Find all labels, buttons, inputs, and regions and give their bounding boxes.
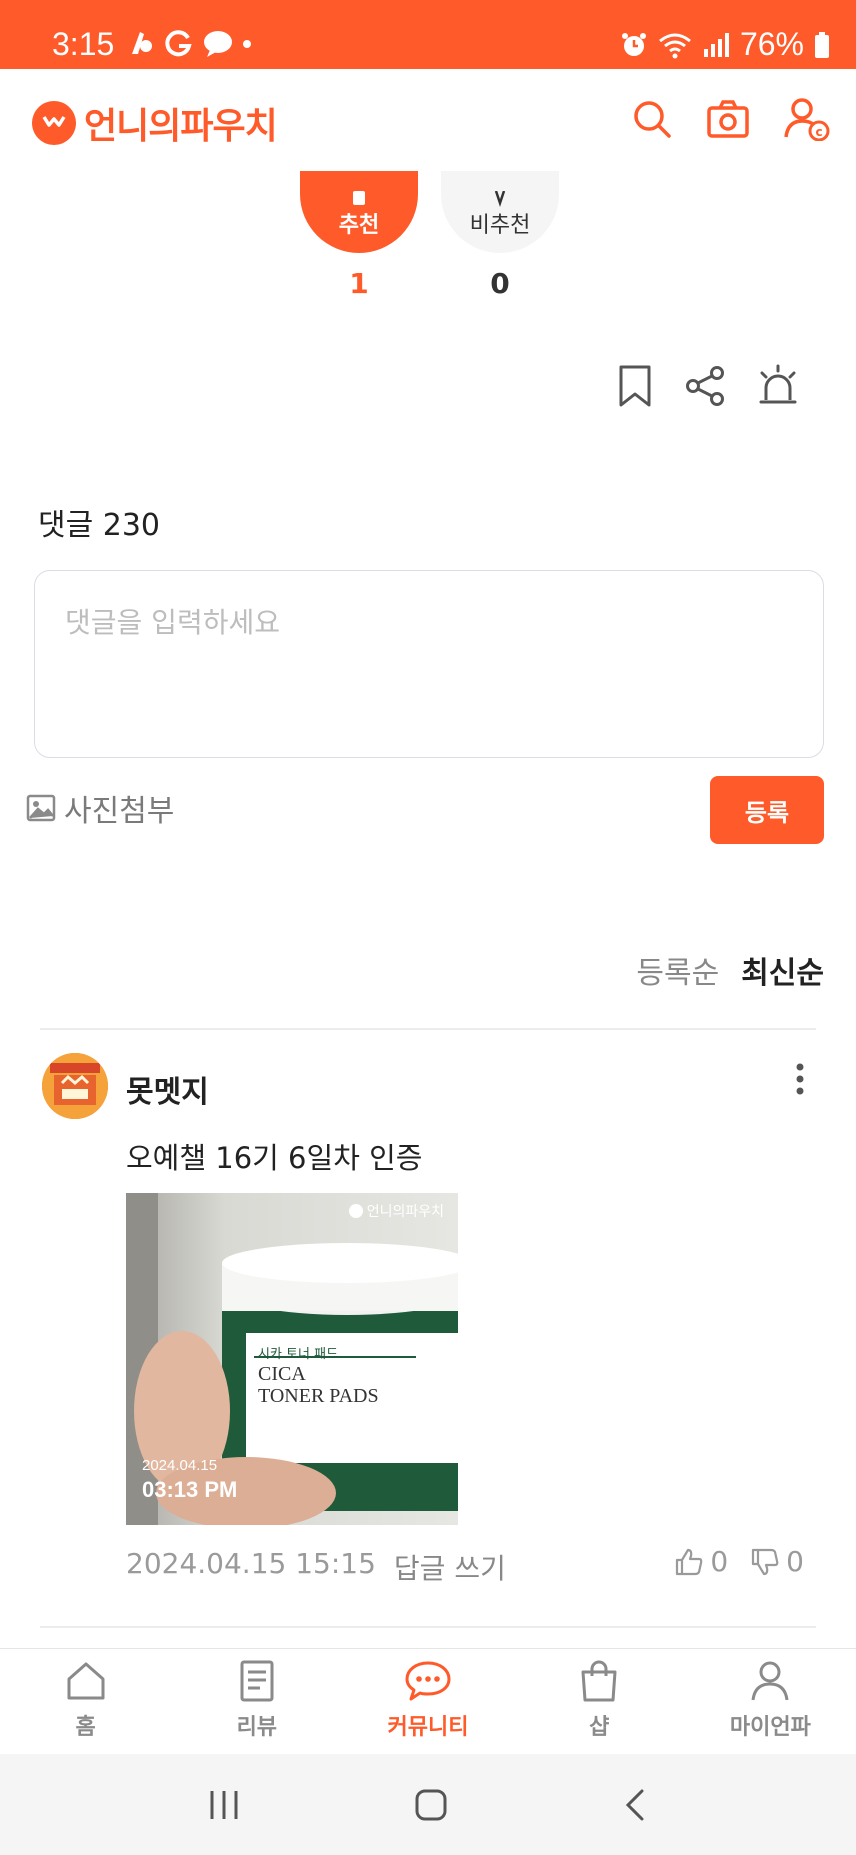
battery-percent: 76%	[739, 26, 804, 62]
photo-label-line2: TONER PADS	[258, 1385, 379, 1407]
status-time: 3:15	[52, 26, 115, 62]
tab-label: 홈	[75, 1715, 96, 1740]
system-nav-bar	[0, 1754, 856, 1855]
battery-icon	[815, 31, 829, 58]
dislike-count: 0	[786, 1545, 804, 1578]
dislike-button[interactable]: 0	[750, 1545, 804, 1578]
submit-comment-button[interactable]: 등록	[710, 776, 824, 844]
reply-button[interactable]: 답글 쓰기	[394, 1547, 506, 1587]
photo-label-line1: CICA	[258, 1363, 306, 1385]
search-icon[interactable]	[632, 99, 672, 139]
thumbs-down-icon	[494, 191, 506, 207]
logo-text: 언니의파우치	[84, 106, 278, 147]
document-icon	[240, 1660, 274, 1702]
tab-label: 샵	[589, 1715, 610, 1740]
tab-my-page[interactable]: 마이언파	[685, 1649, 856, 1754]
home-icon	[67, 1662, 105, 1700]
sort-by-registered[interactable]: 등록순	[636, 948, 719, 992]
photo-watermark: 언니의파우치	[348, 1201, 444, 1221]
status-bar: 3:15 76%	[0, 0, 856, 69]
divider	[40, 1626, 816, 1628]
comment-meta: 2024.04.15 15:15 답글 쓰기	[126, 1547, 506, 1587]
comments-title: 댓글 230	[38, 508, 160, 543]
not-recommend-button[interactable]: 비추천 0	[441, 171, 559, 300]
home-button-icon[interactable]	[413, 1787, 449, 1823]
report-siren-icon[interactable]	[756, 364, 800, 408]
app-header: 언니의파우치 c	[0, 69, 856, 171]
thumbs-up-icon	[676, 1548, 703, 1575]
status-right: 76%	[620, 26, 830, 63]
chat-notification-icon	[204, 31, 232, 57]
tab-label: 마이언파	[729, 1715, 811, 1740]
photo-label-korean: 시카 토너 패드	[258, 1347, 339, 1362]
avatar[interactable]	[42, 1053, 108, 1119]
not-recommend-circle[interactable]: 비추천	[441, 171, 559, 253]
comment-timestamp: 2024.04.15 15:15	[126, 1547, 376, 1580]
comment-reactions: 0 0	[674, 1545, 804, 1578]
bookmark-icon[interactable]	[616, 364, 654, 408]
bottom-tab-bar: 홈 리뷰 커뮤니티 샵 마이언파	[0, 1648, 856, 1754]
recent-apps-icon[interactable]	[206, 1788, 242, 1822]
like-button[interactable]: 0	[674, 1545, 728, 1578]
comment-text: 오예챌 16기 6일차 인증	[126, 1141, 423, 1175]
attach-photo-button[interactable]: 사진첨부	[26, 786, 174, 830]
post-actions	[616, 364, 800, 408]
more-options-icon[interactable]	[794, 1061, 806, 1097]
signal-icon	[703, 32, 729, 57]
notification-icons	[126, 28, 252, 58]
recommend-button[interactable]: 추천 1	[300, 171, 418, 300]
comment-photo[interactable]: 언니의파우치 시카 토너 패드 CICA TONER PADS 2024.04.…	[126, 1193, 458, 1525]
photo-time: 03:13 PM	[142, 1477, 238, 1502]
like-count: 0	[710, 1545, 729, 1578]
svg-text:c: c	[815, 125, 822, 139]
header-actions: c	[632, 97, 830, 141]
image-icon	[26, 794, 56, 822]
notification-app-icon	[132, 32, 152, 54]
my-profile-icon[interactable]: c	[784, 97, 830, 141]
g-logo-icon	[165, 30, 192, 57]
tab-community[interactable]: 커뮤니티	[342, 1649, 513, 1754]
person-icon	[751, 1661, 789, 1701]
back-icon[interactable]	[620, 1787, 650, 1823]
camera-icon[interactable]	[706, 99, 750, 139]
tab-home[interactable]: 홈	[0, 1649, 171, 1754]
comment-author[interactable]: 못멧지	[126, 1067, 209, 1111]
divider	[40, 1028, 816, 1030]
alarm-icon	[621, 32, 646, 56]
shopping-bag-icon	[581, 1660, 617, 1702]
thumbs-down-icon	[752, 1548, 779, 1575]
dot-icon	[243, 40, 251, 48]
logo-icon	[32, 101, 76, 145]
chat-bubble-icon	[405, 1661, 451, 1701]
recommend-label: 추천	[338, 213, 380, 238]
tab-label: 커뮤니티	[387, 1715, 469, 1740]
sort-by-latest[interactable]: 최신순	[741, 948, 824, 992]
share-icon[interactable]	[684, 365, 726, 407]
wifi-icon	[659, 33, 691, 58]
photo-date: 2024.04.15	[142, 1457, 218, 1474]
tab-review[interactable]: 리뷰	[171, 1649, 342, 1754]
comment-input[interactable]	[34, 570, 824, 758]
recommend-count: 1	[349, 267, 369, 300]
watermark-logo-icon	[348, 1204, 363, 1218]
attach-photo-label: 사진첨부	[64, 794, 175, 829]
not-recommend-count: 0	[490, 267, 510, 300]
app-logo[interactable]: 언니의파우치	[32, 97, 278, 149]
tab-label: 리뷰	[236, 1715, 278, 1740]
not-recommend-label: 비추천	[469, 213, 531, 238]
thumbs-up-icon	[353, 191, 365, 205]
sort-options: 등록순 최신순	[636, 948, 824, 992]
tab-shop[interactable]: 샵	[514, 1649, 685, 1754]
recommend-circle[interactable]: 추천	[300, 171, 418, 253]
